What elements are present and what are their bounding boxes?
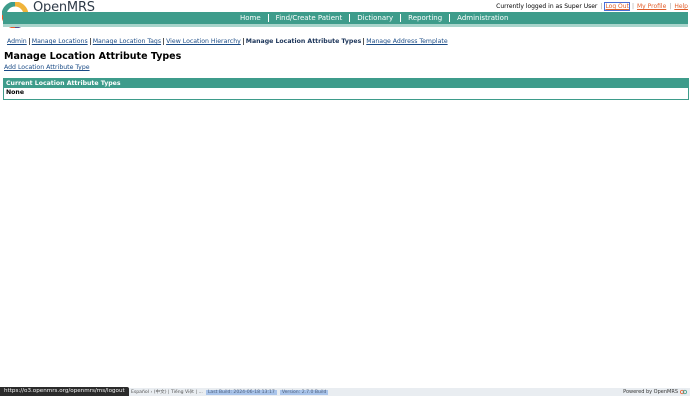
logout-link[interactable]: Log Out <box>604 2 630 11</box>
page-title: Manage Location Attribute Types <box>4 51 182 62</box>
footer-info: ru › fr › ... › Español › (中文) | Tiếng V… <box>104 389 329 395</box>
separator: | <box>669 3 672 10</box>
subnav-admin[interactable]: Admin <box>5 38 29 45</box>
user-bar: Currently logged in as Super User | Log … <box>496 2 688 11</box>
add-location-attribute-type-link[interactable]: Add Location Attribute Type <box>4 64 90 71</box>
admin-subnav: Admin Manage Locations Manage Location T… <box>5 38 450 45</box>
nav-reporting[interactable]: Reporting <box>401 14 449 22</box>
powered-by: Powered by OpenMRS <box>623 389 687 395</box>
subnav-view-location-hierarchy[interactable]: View Location Hierarchy <box>164 38 243 45</box>
my-profile-link[interactable]: My Profile <box>637 3 666 10</box>
nav-administration[interactable]: Administration <box>450 14 515 22</box>
build-info: Last Build: 2024-06-18 13:17 <box>205 389 277 395</box>
nav-dictionary[interactable]: Dictionary <box>350 14 400 22</box>
nav-home[interactable]: Home <box>233 14 268 22</box>
empty-message: None <box>6 89 25 96</box>
attribute-types-panel: Current Location Attribute Types None <box>3 78 689 100</box>
subnav-manage-location-attribute-types: Manage Location Attribute Types <box>245 38 362 45</box>
subnav-manage-locations[interactable]: Manage Locations <box>30 38 90 45</box>
panel-header: Current Location Attribute Types <box>4 79 688 88</box>
separator: | <box>600 3 603 10</box>
powered-by-text: Powered by OpenMRS <box>623 389 678 395</box>
openmrs-mini-logo <box>680 389 687 395</box>
main-nav-bar: Home Find/Create Patient Dictionary Repo… <box>3 12 688 27</box>
subnav-manage-address-template[interactable]: Manage Address Template <box>364 38 449 45</box>
separator: | <box>631 3 634 10</box>
version-info: Version: 2.7.0 Build <box>279 389 329 395</box>
login-status: Currently logged in as Super User <box>496 3 598 10</box>
nav-find-create-patient[interactable]: Find/Create Patient <box>269 14 350 22</box>
status-bar-url: https://o3.openmrs.org/openmrs/ms/logout <box>0 387 129 396</box>
help-link[interactable]: Help <box>674 3 688 10</box>
main-nav: Home Find/Create Patient Dictionary Repo… <box>233 12 515 24</box>
subnav-manage-location-tags[interactable]: Manage Location Tags <box>91 38 163 45</box>
